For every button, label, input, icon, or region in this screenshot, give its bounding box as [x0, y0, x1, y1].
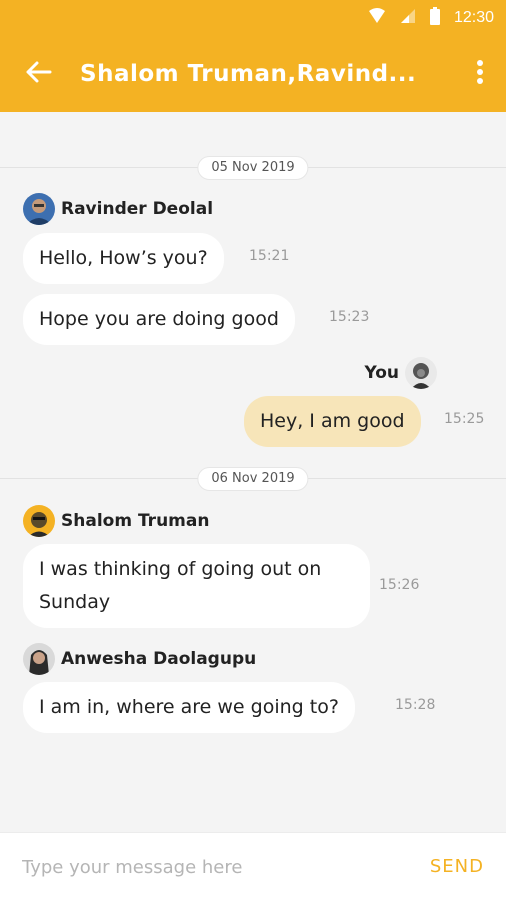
sender-header: Shalom Truman	[23, 504, 209, 538]
more-vert-icon	[476, 59, 484, 89]
message-time: 15:28	[395, 697, 436, 713]
message-text: Hello, How’s you?	[39, 247, 208, 269]
message-text: Hope you are doing good	[39, 308, 279, 330]
date-label: 05 Nov 2019	[197, 156, 309, 180]
message-time: 15:26	[379, 577, 420, 593]
sender-name: Ravinder Deolal	[61, 199, 214, 219]
overflow-menu-button[interactable]	[468, 56, 492, 92]
date-separator: 06 Nov 2019	[0, 467, 506, 491]
back-button[interactable]	[18, 56, 58, 92]
sender-name: Anwesha Daolagupu	[61, 649, 257, 669]
send-button[interactable]: SEND	[430, 847, 484, 887]
message-time: 15:23	[329, 309, 370, 325]
message-list[interactable]: 05 Nov 2019 Ravinder Deolal Hello, How’s…	[0, 112, 506, 832]
message-bubble[interactable]: I was thinking of going out on Sunday	[23, 544, 370, 628]
avatar[interactable]	[23, 643, 55, 675]
sender-header: You	[364, 356, 437, 390]
status-icons: 12:30	[368, 6, 494, 30]
avatar[interactable]	[405, 357, 437, 389]
sender-header: Anwesha Daolagupu	[23, 642, 256, 676]
message-time: 15:21	[249, 248, 290, 264]
message-input[interactable]	[22, 847, 382, 887]
message-composer: SEND	[0, 832, 506, 901]
sender-header: Ravinder Deolal	[23, 192, 213, 226]
sender-name: You	[364, 363, 399, 383]
message-text: Hey, I am good	[260, 410, 405, 432]
chat-title[interactable]: Shalom Truman,Ravind...	[80, 36, 416, 112]
message-bubble[interactable]: Hello, How’s you?	[23, 233, 224, 284]
avatar[interactable]	[23, 193, 55, 225]
message-bubble-own[interactable]: Hey, I am good	[244, 396, 421, 447]
message-bubble[interactable]: Hope you are doing good	[23, 294, 295, 345]
status-bar: 12:30	[0, 0, 506, 36]
avatar[interactable]	[23, 505, 55, 537]
message-time: 15:25	[444, 411, 485, 427]
app-bar: Shalom Truman,Ravind...	[0, 36, 506, 112]
wifi-icon	[368, 8, 386, 28]
battery-icon	[429, 7, 440, 29]
message-bubble[interactable]: I am in, where are we going to?	[23, 682, 355, 733]
date-separator: 05 Nov 2019	[0, 156, 506, 180]
arrow-left-icon	[24, 60, 52, 88]
message-text: I am in, where are we going to?	[39, 696, 339, 718]
sender-name: Shalom Truman	[61, 511, 210, 531]
signal-icon	[400, 8, 416, 28]
status-time: 12:30	[453, 9, 494, 26]
message-text: I was thinking of going out on Sunday	[39, 558, 322, 613]
date-label: 06 Nov 2019	[197, 467, 309, 491]
